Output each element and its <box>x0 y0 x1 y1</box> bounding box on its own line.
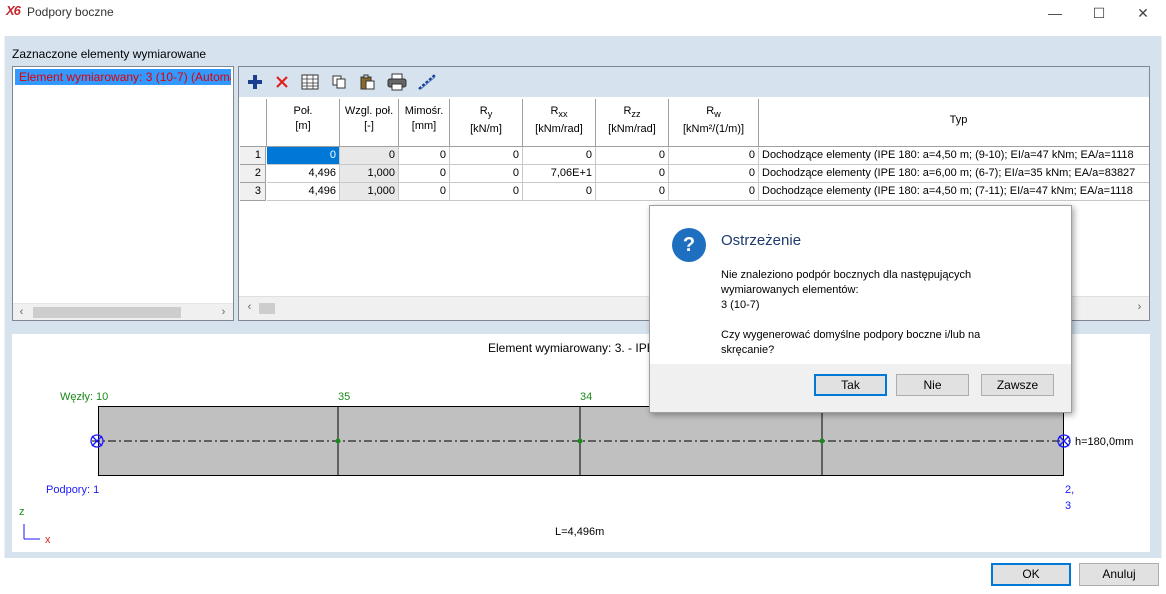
supports-end-label: 2, <box>1065 484 1075 496</box>
no-button[interactable]: Nie <box>896 374 969 396</box>
selected-elements-label: Zaznaczone elementy wymiarowane <box>12 47 207 61</box>
close-button[interactable]: ✕ <box>1120 0 1166 26</box>
table-cell[interactable]: 0 <box>450 183 523 201</box>
element-list[interactable]: Element wymiarowany: 3 (10-7) (Automatyc… <box>12 66 234 321</box>
axis-z-label: z <box>19 506 25 518</box>
column-header[interactable]: Wzgl. poł. [-] <box>340 99 399 147</box>
dialog-message: Nie znaleziono podpór bocznych dla nastę… <box>721 269 972 311</box>
table-cell[interactable]: 0 <box>523 147 596 165</box>
copy-icon[interactable] <box>327 71 351 93</box>
column-header[interactable]: Typ <box>759 99 1149 147</box>
print-icon[interactable] <box>385 71 409 93</box>
table-cell[interactable]: 0 <box>596 165 669 183</box>
scroll-thumb[interactable] <box>33 307 181 318</box>
row-number[interactable]: 1 <box>240 147 266 165</box>
delete-icon[interactable] <box>270 71 294 93</box>
line-icon[interactable] <box>415 71 439 93</box>
dialog-title: Ostrzeżenie <box>721 232 802 249</box>
table-cell[interactable]: 0 <box>669 147 759 165</box>
table-cell[interactable]: 4,496 <box>267 165 340 183</box>
always-button[interactable]: Zawsze <box>981 374 1054 396</box>
column-header[interactable]: Rxx [kNm/rad] <box>523 99 596 147</box>
scroll-thumb[interactable] <box>259 303 275 314</box>
table-cell[interactable]: 0 <box>450 165 523 183</box>
table-cell[interactable]: 0 <box>669 165 759 183</box>
table-cell[interactable]: 0 <box>399 147 450 165</box>
title-bar: X6 Podpory boczne — ☐ ✕ <box>0 0 1166 26</box>
table-cell[interactable]: 4,496 <box>267 183 340 201</box>
list-item[interactable]: Element wymiarowany: 3 (10-7) (Automatyc… <box>15 69 231 85</box>
table-cell[interactable]: 0 <box>399 165 450 183</box>
cancel-button[interactable]: Anuluj <box>1079 563 1159 586</box>
column-header[interactable]: Poł. [m] <box>267 99 340 147</box>
row-number[interactable]: 2 <box>240 165 266 183</box>
table-cell[interactable]: 0 <box>340 147 399 165</box>
yes-button[interactable]: Tak <box>814 374 887 396</box>
minimize-button[interactable]: — <box>1032 0 1078 26</box>
dialog-question: Czy wygenerować domyślne podpory boczne … <box>721 329 981 356</box>
scroll-right-icon[interactable]: › <box>1131 299 1148 316</box>
table-cell[interactable]: 0 <box>596 183 669 201</box>
node-id: 35 <box>338 391 351 403</box>
table-cell[interactable]: 0 <box>399 183 450 201</box>
length-label: L=4,496m <box>555 526 605 538</box>
table-cell[interactable]: Dochodzące elementy (IPE 180: a=4,50 m; … <box>759 147 1149 165</box>
table-cell[interactable]: 0 <box>267 147 340 165</box>
app-logo: X6 <box>6 3 21 18</box>
scroll-left-icon[interactable]: ‹ <box>13 304 30 321</box>
list-horizontal-scrollbar[interactable]: ‹ › <box>13 303 233 320</box>
table-cell[interactable]: 1,000 <box>340 165 399 183</box>
table-cell[interactable]: 1,000 <box>340 183 399 201</box>
table-cell[interactable]: 0 <box>450 147 523 165</box>
question-icon: ? <box>672 228 706 262</box>
table-cell[interactable]: 0 <box>596 147 669 165</box>
column-header[interactable]: Mimośr. [mm] <box>399 99 450 147</box>
window-title: Podpory boczne <box>27 5 114 19</box>
row-number[interactable]: 3 <box>240 183 266 201</box>
table-cell[interactable]: 0 <box>523 183 596 201</box>
paste-icon[interactable] <box>355 71 379 93</box>
warning-dialog: ? Ostrzeżenie Nie znaleziono podpór bocz… <box>649 205 1072 413</box>
column-header[interactable]: Ry [kN/m] <box>450 99 523 147</box>
table-icon[interactable] <box>298 71 322 93</box>
row-header-corner <box>240 99 267 147</box>
supports-label: Podpory: 1 <box>46 484 100 496</box>
maximize-button[interactable]: ☐ <box>1076 0 1122 26</box>
node-id: 34 <box>580 391 593 403</box>
nodes-label: Węzły: 10 <box>60 391 109 403</box>
table-cell[interactable]: Dochodzące elementy (IPE 180: a=6,00 m; … <box>759 165 1149 183</box>
dialog-body: ? Ostrzeżenie Nie znaleziono podpór bocz… <box>650 206 1071 364</box>
ok-button[interactable]: OK <box>991 563 1071 586</box>
table-cell[interactable]: 0 <box>669 183 759 201</box>
column-header[interactable]: Rw [kNm²/(1/m)] <box>669 99 759 147</box>
supports-end-label: 3 <box>1065 500 1072 512</box>
height-label: h=180,0mm <box>1075 436 1134 448</box>
axis-x-label: x <box>45 534 51 546</box>
table-cell[interactable]: 7,06E+1 <box>523 165 596 183</box>
table-cell[interactable]: Dochodzące elementy (IPE 180: a=4,50 m; … <box>759 183 1149 201</box>
add-icon[interactable] <box>243 71 267 93</box>
scroll-right-icon[interactable]: › <box>215 304 232 321</box>
column-header[interactable]: Rzz [kNm/rad] <box>596 99 669 147</box>
table-toolbar <box>239 67 1149 97</box>
scroll-left-icon[interactable]: ‹ <box>241 299 258 316</box>
